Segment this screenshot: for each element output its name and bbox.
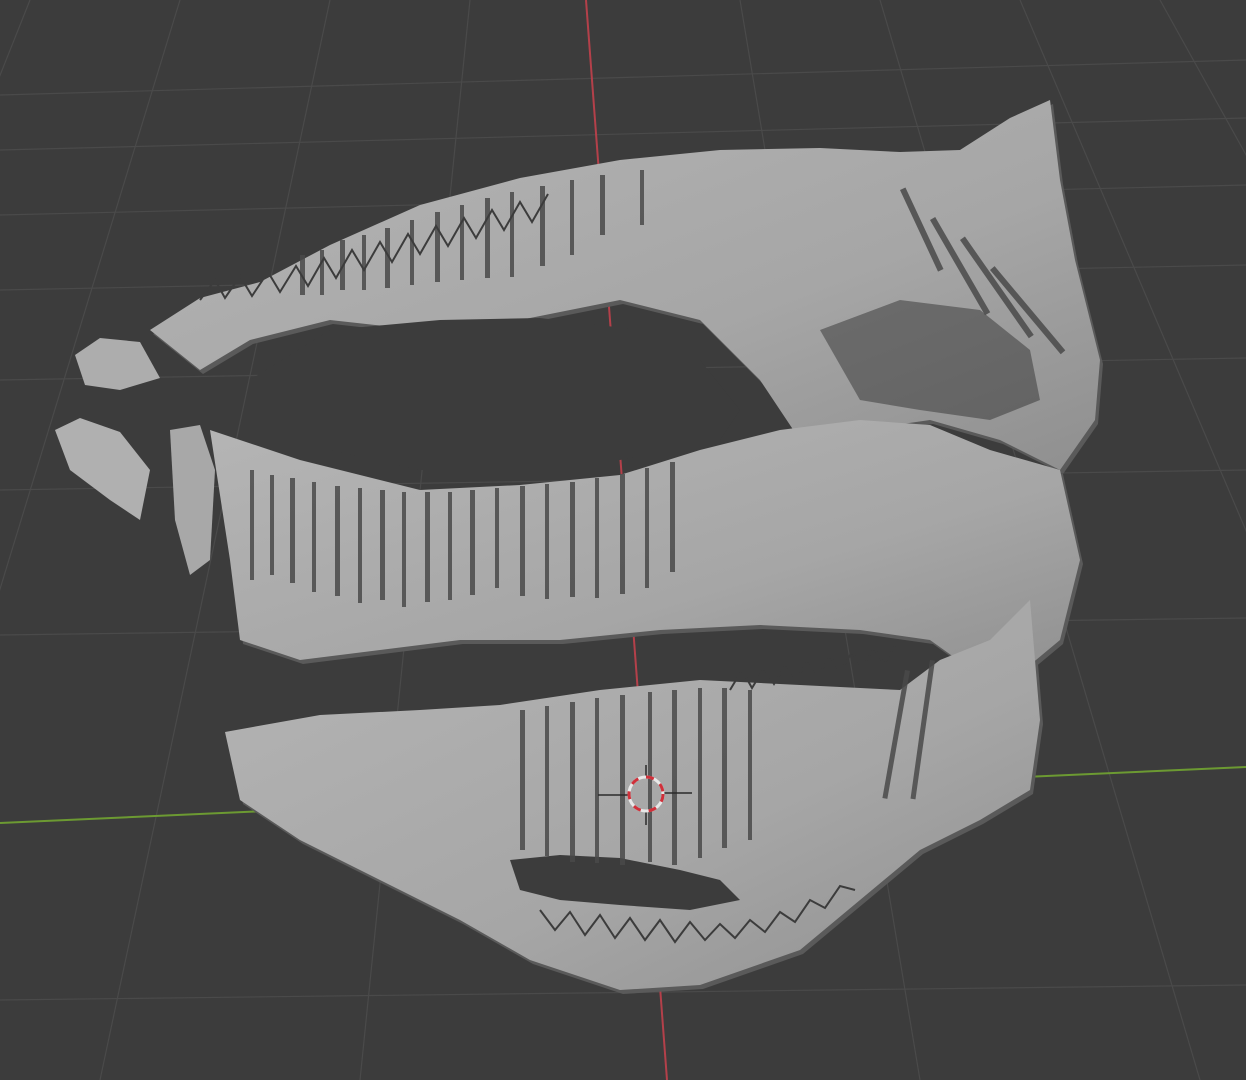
jaw-mesh-object[interactable] <box>55 100 1103 994</box>
3d-viewport[interactable] <box>0 0 1246 1080</box>
viewport-canvas[interactable] <box>0 0 1246 1080</box>
